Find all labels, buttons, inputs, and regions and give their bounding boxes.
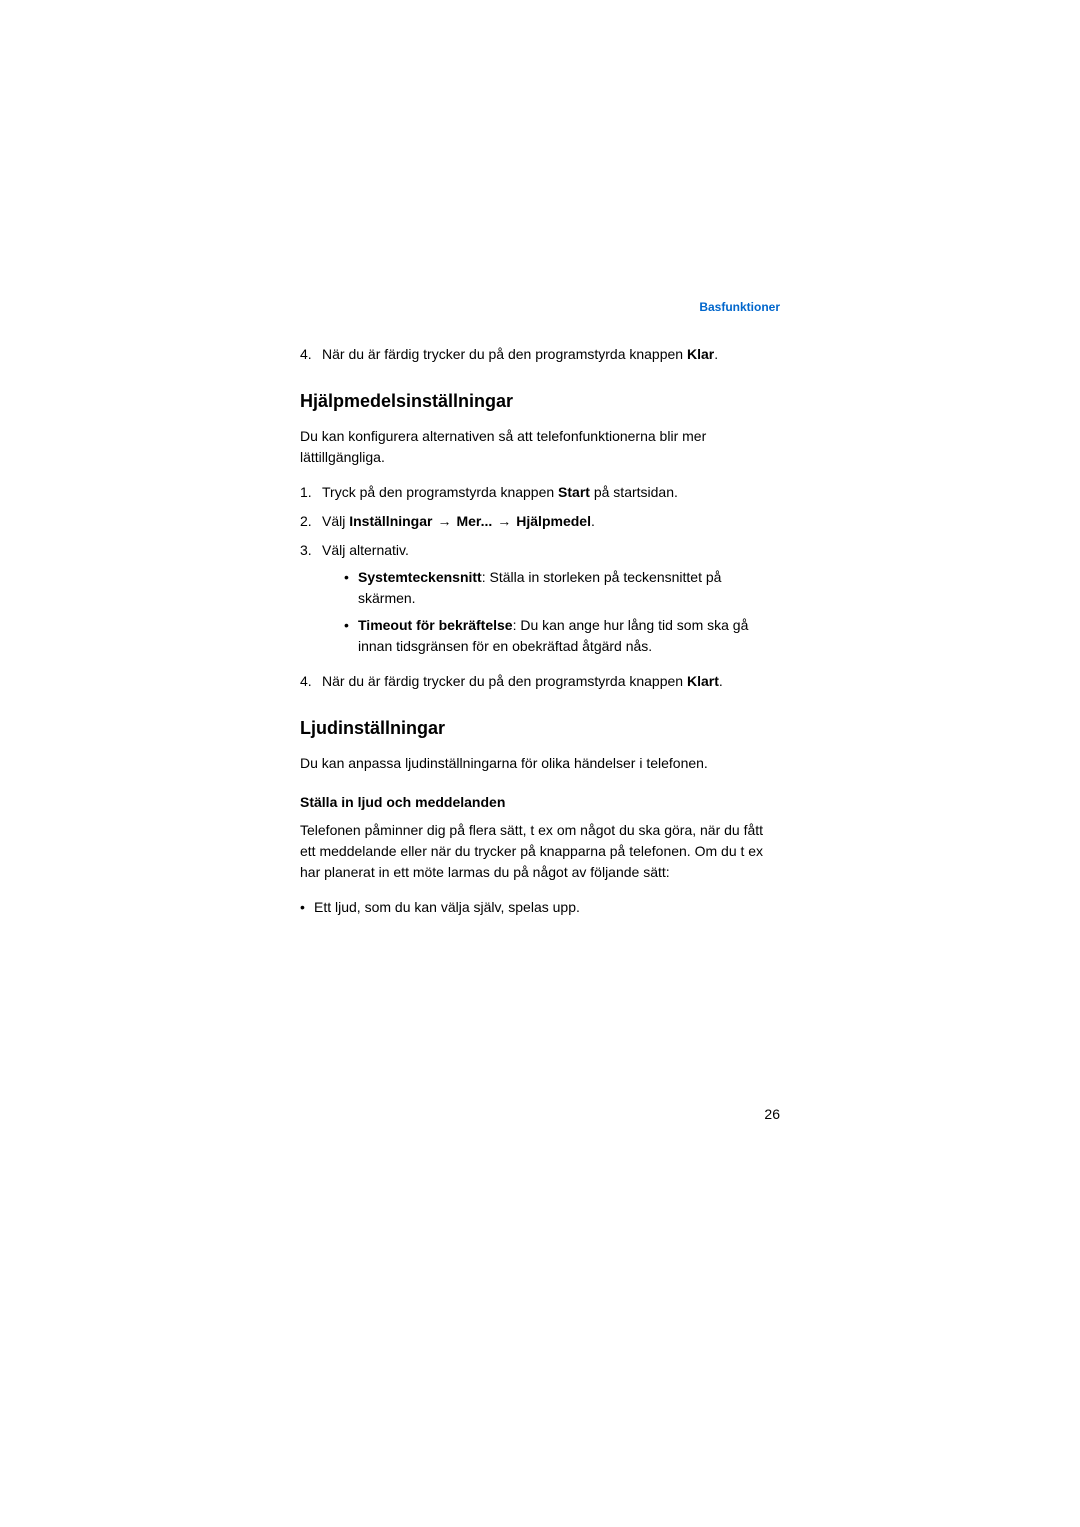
- bullet-icon: •: [344, 615, 358, 657]
- list-item: • Systemteckensnitt: Ställa in storleken…: [344, 567, 780, 609]
- text-run: på startsidan.: [590, 484, 678, 500]
- section-heading-hjalpmedel: Hjälpmedelsinställningar: [300, 391, 780, 412]
- step-item: 4. När du är färdig trycker du på den pr…: [300, 344, 780, 365]
- body-paragraph: Telefonen påminner dig på flera sätt, t …: [300, 820, 780, 883]
- text-run: .: [719, 673, 723, 689]
- list-item: • Ett ljud, som du kan välja själv, spel…: [300, 897, 780, 918]
- sub-heading: Ställa in ljud och meddelanden: [300, 794, 780, 810]
- bullet-text: Ett ljud, som du kan välja själv, spelas…: [314, 897, 780, 918]
- bullet-text: Timeout för bekräftelse: Du kan ange hur…: [358, 615, 780, 657]
- nav-arrow-icon: →: [492, 511, 516, 532]
- step-item: 3. Välj alternativ. • Systemteckensnitt:…: [300, 540, 780, 663]
- bullet-icon: •: [344, 567, 358, 609]
- step-text: Välj Inställningar→Mer...→Hjälpmedel.: [322, 511, 780, 532]
- header-breadcrumb[interactable]: Basfunktioner: [300, 300, 780, 314]
- text-run: När du är färdig trycker du på den progr…: [322, 673, 687, 689]
- section-heading-ljud: Ljudinställningar: [300, 718, 780, 739]
- step-number: 2.: [300, 511, 322, 532]
- step-number: 4.: [300, 344, 322, 365]
- step-text: När du är färdig trycker du på den progr…: [322, 344, 780, 365]
- text-bold: Klar: [687, 346, 714, 362]
- text-bold: Hjälpmedel: [516, 513, 591, 529]
- step-number: 4.: [300, 671, 322, 692]
- body-paragraph: Du kan anpassa ljudinställningarna för o…: [300, 753, 780, 774]
- nav-arrow-icon: →: [432, 511, 456, 532]
- text-run: När du är färdig trycker du på den progr…: [322, 346, 687, 362]
- step-text: Tryck på den programstyrda knappen Start…: [322, 482, 780, 503]
- text-run: .: [714, 346, 718, 362]
- bullet-icon: •: [300, 897, 314, 918]
- step-text: Välj alternativ. • Systemteckensnitt: St…: [322, 540, 780, 663]
- step-number: 1.: [300, 482, 322, 503]
- page-number: 26: [764, 1106, 780, 1122]
- body-paragraph: Du kan konfigurera alternativen så att t…: [300, 426, 780, 468]
- step-item: 4. När du är färdig trycker du på den pr…: [300, 671, 780, 692]
- text-bold: Timeout för bekräftelse: [358, 617, 513, 633]
- text-bold: Mer...: [456, 513, 492, 529]
- step-number: 3.: [300, 540, 322, 663]
- step-item: 1. Tryck på den programstyrda knappen St…: [300, 482, 780, 503]
- bullet-list: • Systemteckensnitt: Ställa in storleken…: [344, 567, 780, 657]
- step-item: 2. Välj Inställningar→Mer...→Hjälpmedel.: [300, 511, 780, 532]
- text-run: Välj: [322, 513, 349, 529]
- document-content: Basfunktioner 4. När du är färdig trycke…: [300, 300, 780, 924]
- text-bold: Start: [558, 484, 590, 500]
- step-text: När du är färdig trycker du på den progr…: [322, 671, 780, 692]
- text-bold: Systemteckensnitt: [358, 569, 482, 585]
- bullet-text: Systemteckensnitt: Ställa in storleken p…: [358, 567, 780, 609]
- text-run: .: [591, 513, 595, 529]
- text-bold: Klart: [687, 673, 719, 689]
- list-item: • Timeout för bekräftelse: Du kan ange h…: [344, 615, 780, 657]
- text-bold: Inställningar: [349, 513, 432, 529]
- text-run: Tryck på den programstyrda knappen: [322, 484, 558, 500]
- text-run: Välj alternativ.: [322, 542, 409, 558]
